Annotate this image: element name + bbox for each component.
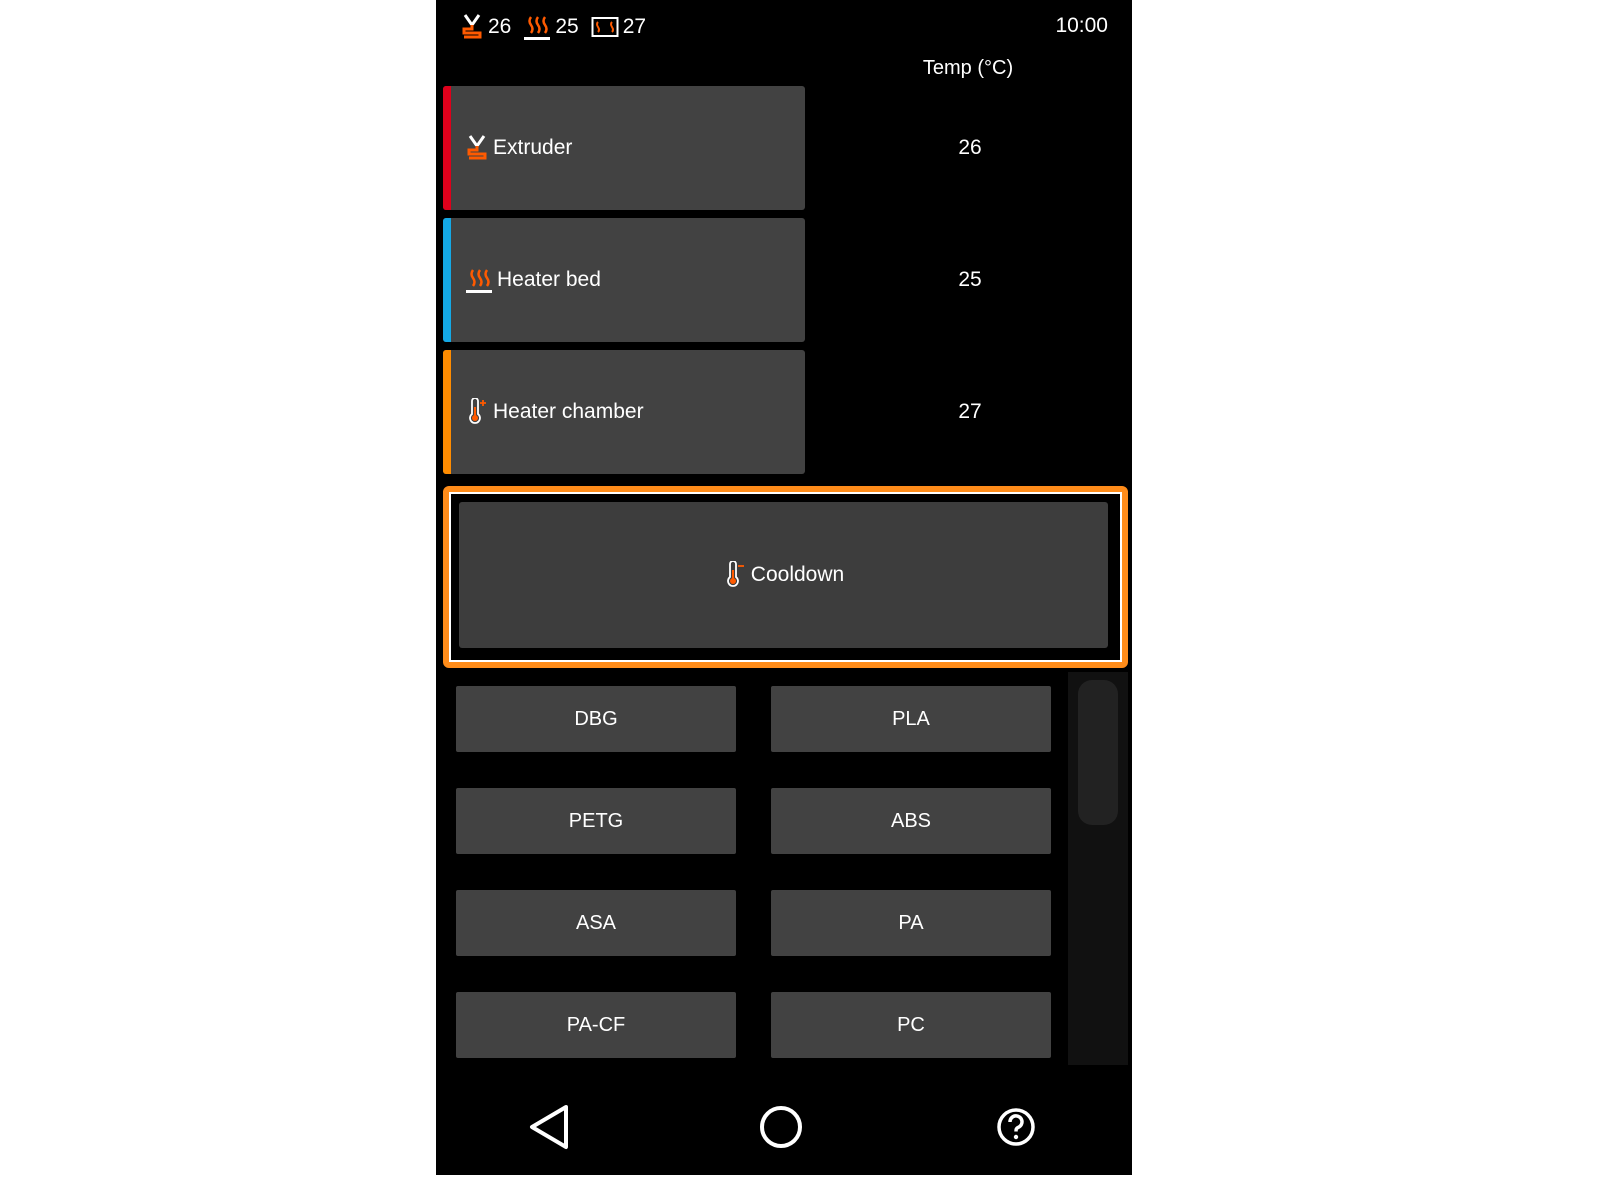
chamber-temp-value: 27 [958, 400, 982, 423]
status-bar: 26 25 27 [460, 12, 646, 42]
preset-pa-button[interactable]: PA [771, 890, 1051, 956]
back-icon [530, 1105, 568, 1149]
phone-screen: 26 25 27 10:00 Temp (°C) Extruder 26 Hea… [436, 0, 1132, 1175]
scrollbar-thumb[interactable] [1078, 680, 1118, 825]
chamber-icon [591, 17, 619, 37]
home-button[interactable] [759, 1105, 803, 1149]
extruder-temp: 26 [488, 15, 512, 38]
heater-extruder-button[interactable]: Extruder [443, 86, 805, 210]
help-icon [997, 1108, 1035, 1146]
preset-asa-button[interactable]: ASA [456, 890, 736, 956]
home-icon [760, 1106, 802, 1148]
cooldown-label: Cooldown [750, 563, 845, 586]
heater-chamber-button[interactable]: Heater chamber [443, 350, 805, 474]
preset-petg-button[interactable]: PETG [456, 788, 736, 854]
bed-temp: 25 [555, 15, 579, 38]
preset-pa-cf-button[interactable]: PA-CF [456, 992, 736, 1058]
cooldown-focus-ring: Cooldown [443, 486, 1128, 668]
preset-pc-button[interactable]: PC [771, 992, 1051, 1058]
heater-label: Heater chamber [493, 400, 644, 423]
preset-dbg-button[interactable]: DBG [456, 686, 736, 752]
back-button[interactable] [528, 1104, 572, 1150]
heater-bed-icon [466, 269, 492, 293]
heater-bed-button[interactable]: Heater bed [443, 218, 805, 342]
color-bar [443, 86, 451, 210]
clock: 10:00 [1055, 14, 1108, 37]
thermometer-plus-icon [469, 398, 486, 424]
preset-pla-button[interactable]: PLA [771, 686, 1051, 752]
heater-bed-icon [524, 16, 551, 40]
bed-temp-value: 25 [958, 268, 982, 291]
heater-label: Extruder [493, 136, 573, 159]
extruder-icon [467, 135, 487, 160]
color-bar [443, 218, 451, 342]
help-button[interactable] [996, 1107, 1036, 1147]
heater-label: Heater bed [497, 268, 601, 291]
scrollbar-track[interactable] [1068, 672, 1128, 1065]
color-bar [443, 350, 451, 474]
extruder-icon [462, 14, 482, 39]
temp-column-header: Temp (°C) [922, 57, 1014, 79]
preset-abs-button[interactable]: ABS [771, 788, 1051, 854]
chamber-temp: 27 [622, 15, 647, 38]
extruder-temp-value: 26 [958, 136, 982, 159]
thermometer-minus-icon [726, 561, 744, 587]
cooldown-button[interactable]: Cooldown [459, 502, 1108, 648]
